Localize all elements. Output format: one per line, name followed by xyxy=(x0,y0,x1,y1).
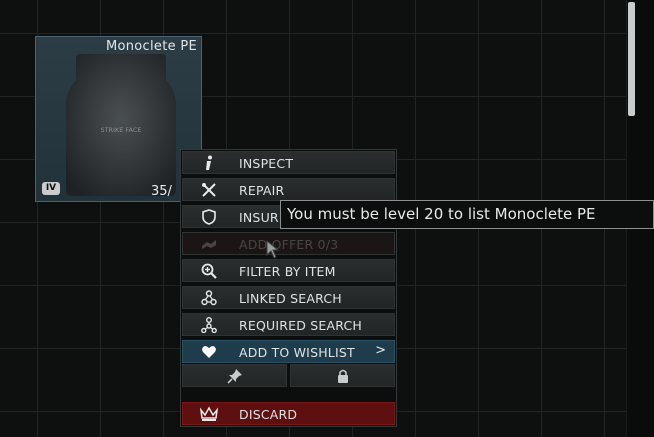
pin-button[interactable] xyxy=(182,364,287,387)
menu-item-discard[interactable]: DISCARD xyxy=(182,402,395,425)
menu-item-label: LINKED SEARCH xyxy=(239,291,342,306)
handshake-icon xyxy=(202,240,216,249)
menu-item-label: REPAIR xyxy=(239,183,285,198)
armor-plate-image: STRIKE FACE xyxy=(66,54,176,196)
menu-item-filter-by-item[interactable]: FILTER BY ITEM xyxy=(182,259,395,282)
item-durability: 35/ xyxy=(151,184,172,199)
menu-item-label: FILTER BY ITEM xyxy=(239,264,336,279)
submenu-arrow-icon: > xyxy=(375,343,386,358)
menu-item-label: ADD OFFER 0/3 xyxy=(239,237,339,252)
menu-item-label: INSPECT xyxy=(239,156,294,171)
required-nodes-icon xyxy=(201,317,217,333)
mouse-cursor-icon xyxy=(266,240,280,259)
stash-scrollbar-thumb[interactable] xyxy=(628,2,635,116)
armor-class-badge: IV xyxy=(42,182,60,195)
lock-button[interactable] xyxy=(290,364,395,387)
item-card-monoclete[interactable]: Monoclete PE STRIKE FACE IV xyxy=(35,36,202,202)
level-requirement-tooltip: You must be level 20 to list Monoclete P… xyxy=(280,200,654,229)
menu-item-label: DISCARD xyxy=(239,407,298,422)
menu-item-inspect[interactable]: INSPECT xyxy=(182,151,395,174)
menu-item-label: REQUIRED SEARCH xyxy=(239,318,363,333)
menu-item-linked-search[interactable]: LINKED SEARCH xyxy=(182,286,395,309)
pin-icon xyxy=(227,369,242,384)
menu-item-repair[interactable]: REPAIR xyxy=(182,178,395,201)
linked-nodes-icon xyxy=(201,290,217,306)
menu-item-add-offer: ADD OFFER 0/3 xyxy=(182,232,395,255)
repair-tools-icon xyxy=(202,183,216,197)
shield-icon xyxy=(202,209,216,225)
crown-discard-icon xyxy=(199,406,219,421)
menu-item-label: INSUR xyxy=(239,210,279,225)
menu-item-required-search[interactable]: REQUIRED SEARCH xyxy=(182,313,395,336)
plate-label: STRIKE FACE xyxy=(100,126,141,134)
info-icon xyxy=(206,155,212,170)
menu-item-add-to-wishlist[interactable]: ADD TO WISHLIST > xyxy=(182,340,395,363)
lock-icon xyxy=(338,369,348,383)
heart-icon xyxy=(202,346,216,358)
menu-item-label: ADD TO WISHLIST xyxy=(239,345,355,360)
magnifier-plus-icon xyxy=(201,263,217,279)
